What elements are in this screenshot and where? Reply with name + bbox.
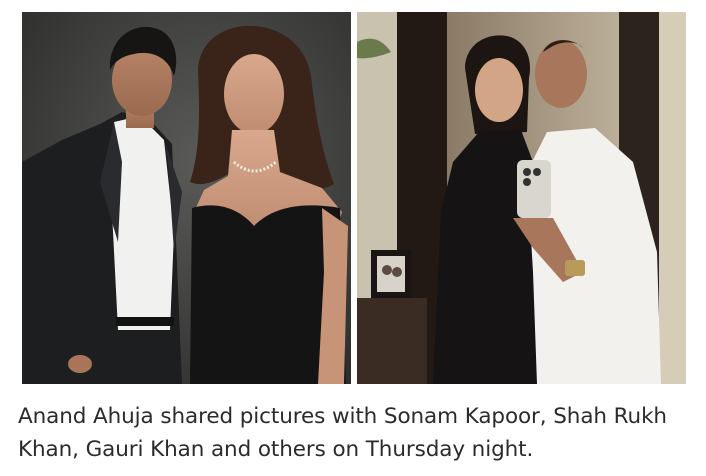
article-photo-collage [22,12,686,384]
photo-srk-gauri-art [22,12,351,384]
photo-sonam-anand[interactable] [357,12,686,384]
photo-sonam-anand-art [357,12,686,384]
photo-caption: Anand Ahuja shared pictures with Sonam K… [18,404,667,462]
photo-srk-gauri[interactable] [22,12,351,384]
